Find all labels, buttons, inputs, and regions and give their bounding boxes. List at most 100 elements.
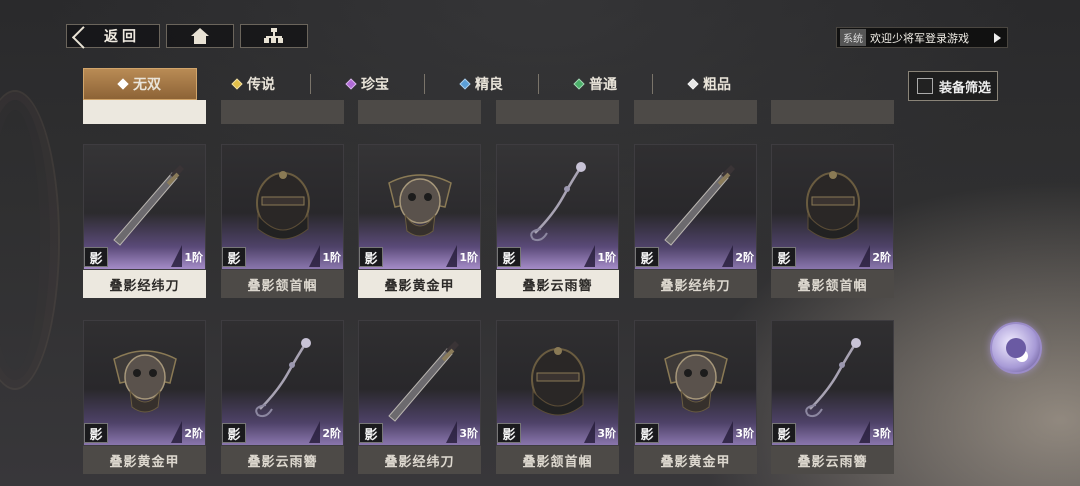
equipment-card[interactable]: 影 3阶 叠影经纬刀: [358, 320, 481, 474]
tab-label: 珍宝: [361, 77, 389, 93]
shadow-badge: 影: [635, 247, 659, 267]
equipment-card[interactable]: 影 2阶叠影云雨簪: [221, 320, 344, 474]
card-name-strip: [83, 100, 206, 124]
equipment-image: 影 1阶: [358, 144, 481, 270]
card-name-strip: [358, 100, 481, 124]
hierarchy-button[interactable]: [240, 24, 308, 48]
system-message-bar[interactable]: 系统 欢迎少将军登录游戏: [836, 27, 1008, 48]
card-partial[interactable]: [634, 100, 757, 124]
equipment-name: 叠影黄金甲: [634, 446, 757, 474]
equipment-card[interactable]: 影 3阶 叠影云雨簪: [771, 320, 894, 474]
shadow-badge: 影: [84, 247, 108, 267]
armor-icon: [113, 350, 177, 413]
hairpin-icon: [530, 162, 586, 242]
armor-icon: [664, 350, 728, 413]
equipment-card[interactable]: 影 2阶 叠影黄金甲: [83, 320, 206, 474]
equipment-image: 影 2阶: [634, 144, 757, 270]
card-name-strip: [771, 100, 894, 124]
tier-text: 1阶: [597, 251, 616, 264]
tier-text: 1阶: [459, 251, 478, 264]
card-partial[interactable]: [496, 100, 619, 124]
equip-filter-label: 装备筛选: [939, 80, 992, 96]
equipment-card[interactable]: 影 1阶 叠影黄金甲: [358, 144, 481, 298]
tab-label: 普通: [589, 77, 617, 93]
equipment-card[interactable]: 影 1阶 叠影云雨簪: [496, 144, 619, 298]
equipment-image: 影 1阶: [221, 144, 344, 270]
diamond-icon: [231, 78, 243, 90]
hairpin-icon: [255, 338, 311, 418]
home-button[interactable]: [166, 24, 234, 48]
tier-label: 2阶: [309, 421, 341, 443]
tab-label: 无双: [133, 77, 161, 93]
tier-text: 3阶: [872, 427, 891, 440]
tab-rarity[interactable]: 精良: [425, 68, 539, 100]
tier-label: 3阶: [584, 421, 616, 443]
shadow-badge: 影: [772, 423, 796, 443]
tab-rarity[interactable]: 粗品: [653, 68, 767, 100]
shadow-badge: 影: [222, 247, 246, 267]
diamond-icon: [573, 78, 585, 90]
equipment-name: 叠影颔首帼: [496, 446, 619, 474]
equipment-name: 叠影云雨簪: [221, 446, 344, 474]
equipment-card[interactable]: 影 2阶 叠影颔首帼: [771, 144, 894, 298]
tab-rarity[interactable]: 无双: [83, 68, 197, 100]
shadow-badge: 影: [222, 423, 246, 443]
tier-label: 3阶: [859, 421, 891, 443]
tier-label: 3阶: [446, 421, 478, 443]
shadow-badge: 影: [635, 423, 659, 443]
hierarchy-icon: [264, 28, 284, 44]
shadow-badge: 影: [497, 247, 521, 267]
equip-filter-checkbox[interactable]: [917, 78, 933, 94]
equipment-card[interactable]: 影 3阶叠影颔首帼: [496, 320, 619, 474]
diamond-icon: [459, 78, 471, 90]
equipment-image: 影 3阶: [771, 320, 894, 446]
tier-label: 1阶: [171, 245, 203, 267]
tab-rarity[interactable]: 珍宝: [311, 68, 425, 100]
tier-label: 2阶: [859, 245, 891, 267]
shadow-badge: 影: [497, 423, 521, 443]
equipment-card[interactable]: 影 2阶叠影经纬刀: [634, 144, 757, 298]
card-partial[interactable]: [771, 100, 894, 124]
tier-label: 1阶: [446, 245, 478, 267]
equipment-name: 叠影经纬刀: [634, 270, 757, 298]
helmet-icon: [806, 171, 860, 240]
equip-filter-toggle[interactable]: 装备筛选: [908, 71, 998, 101]
tier-label: 3阶: [722, 421, 754, 443]
back-button[interactable]: 返回: [66, 24, 160, 49]
equipment-grid: 影 1阶 叠影经纬刀影 1阶 叠影颔首帼影 1阶 叠影黄金甲影 1阶 叠影云雨簪影 2阶 叠影经纬刀…: [83, 100, 895, 486]
card-name-strip: [634, 100, 757, 124]
tab-rarity[interactable]: 普通: [539, 68, 653, 100]
tier-label: 2阶: [722, 245, 754, 267]
tier-text: 3阶: [459, 427, 478, 440]
equipment-image: 影 1阶: [83, 144, 206, 270]
card-partial[interactable]: [221, 100, 344, 124]
card-partial[interactable]: [358, 100, 481, 124]
tier-text: 3阶: [735, 427, 754, 440]
shadow-badge: 影: [772, 247, 796, 267]
hairpin-icon: [805, 338, 861, 418]
shadow-badge: 影: [359, 423, 383, 443]
equipment-card[interactable]: 影 3阶叠影黄金甲: [634, 320, 757, 474]
equipment-name: 叠影黄金甲: [358, 270, 481, 298]
top-nav: 返回: [66, 24, 308, 49]
equipment-card[interactable]: 影 1阶 叠影经纬刀: [83, 144, 206, 298]
tab-rarity[interactable]: 传说: [197, 68, 311, 100]
rarity-tabs: 无双 传说 珍宝 精良 普通 粗品: [83, 68, 767, 100]
diamond-icon: [687, 78, 699, 90]
system-message: 欢迎少将军登录游戏: [870, 31, 969, 45]
tier-text: 1阶: [322, 251, 341, 264]
background-swirl: [0, 90, 60, 390]
tier-text: 2阶: [184, 427, 203, 440]
card-partial[interactable]: [83, 100, 206, 124]
blade-icon: [113, 165, 184, 246]
tier-label: 1阶: [584, 245, 616, 267]
home-icon: [190, 28, 210, 44]
tab-label: 精良: [475, 77, 503, 93]
equipment-image: 影 3阶: [496, 320, 619, 446]
blade-icon: [664, 165, 735, 246]
equipment-image: 影 3阶: [634, 320, 757, 446]
tier-text: 1阶: [184, 251, 203, 264]
equipment-card[interactable]: 影 1阶 叠影颔首帼: [221, 144, 344, 298]
character-avatar-icon[interactable]: [990, 322, 1042, 374]
diamond-icon: [117, 78, 129, 90]
